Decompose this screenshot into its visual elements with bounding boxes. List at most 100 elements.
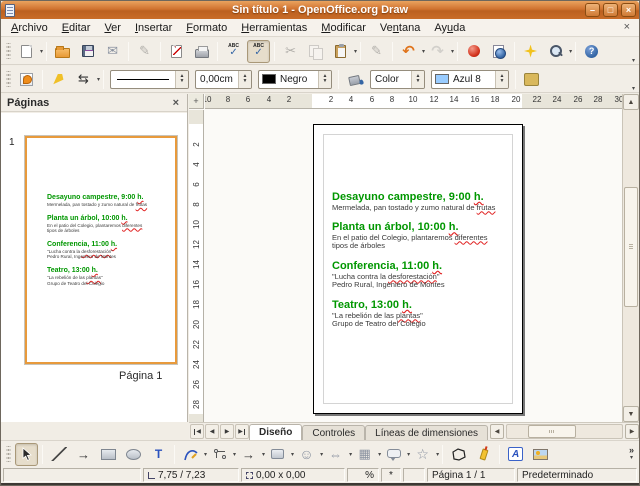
status-zoom-cell[interactable]: % <box>347 468 379 482</box>
styles-formatting-button[interactable] <box>15 68 38 91</box>
zoom-dropdown[interactable]: ▾ <box>569 48 572 55</box>
connector-dropdown[interactable]: ▾ <box>233 451 236 458</box>
block-arrows-dropdown[interactable]: ▾ <box>349 451 352 458</box>
first-page-button[interactable]: ◀ <box>190 424 204 439</box>
fill-type-select[interactable]: Color ▲▼ <box>370 70 425 89</box>
tab-diseno[interactable]: Diseño <box>249 424 302 440</box>
connector-tool-button[interactable] <box>208 443 231 466</box>
redo-button[interactable]: ↷ <box>426 40 449 63</box>
menu-ventana[interactable]: Ventana <box>373 20 427 36</box>
menu-formato[interactable]: Formato <box>179 20 234 36</box>
arrow-style-button[interactable]: ⇆ <box>72 68 95 91</box>
menu-herramientas[interactable]: Herramientas <box>234 20 314 36</box>
lines-arrows-tool-button[interactable]: → <box>237 443 260 466</box>
flowchart-tool-button[interactable]: ▦ <box>353 443 376 466</box>
stars-tool-button[interactable]: ☆ <box>411 443 434 466</box>
redo-dropdown[interactable]: ▾ <box>451 48 454 55</box>
new-document-dropdown[interactable]: ▾ <box>40 48 43 55</box>
toolbar-overflow-button[interactable]: » ▾ <box>629 446 634 462</box>
document-close-icon[interactable]: × <box>621 21 633 33</box>
export-pdf-button[interactable]: PDF <box>165 40 188 63</box>
toolbar-overflow-dropdown[interactable]: ▾ <box>632 57 635 64</box>
toolbar-grip[interactable] <box>6 71 11 87</box>
basic-shapes-dropdown[interactable]: ▾ <box>291 451 294 458</box>
vertical-scrollbar-thumb[interactable] <box>624 187 638 307</box>
scroll-down-button[interactable]: ▼ <box>623 406 639 422</box>
line-dialog-button[interactable] <box>47 68 70 91</box>
shadow-button[interactable] <box>520 68 543 91</box>
edit-file-button[interactable]: ✎ <box>133 40 156 63</box>
last-page-button[interactable]: ▶ <box>235 424 249 439</box>
paste-dropdown[interactable]: ▾ <box>354 48 357 55</box>
paste-button[interactable] <box>329 40 352 63</box>
vertical-scrollbar[interactable]: ▲ ▼ <box>622 94 639 422</box>
scroll-left-button[interactable]: ◀ <box>490 424 504 439</box>
save-button[interactable] <box>76 40 99 63</box>
callouts-dropdown[interactable]: ▾ <box>407 451 410 458</box>
print-button[interactable] <box>190 40 213 63</box>
area-dialog-button[interactable] <box>343 68 366 91</box>
rectangle-tool-button[interactable] <box>97 443 120 466</box>
minimize-button[interactable]: – <box>585 3 600 17</box>
close-button[interactable]: × <box>621 3 636 17</box>
hyperlink-button[interactable] <box>462 40 485 63</box>
flowchart-dropdown[interactable]: ▾ <box>378 451 381 458</box>
tab-controles[interactable]: Controles <box>302 425 365 440</box>
text-tool-button[interactable]: T <box>147 443 170 466</box>
line-color-spinner[interactable]: ▲▼ <box>318 71 331 88</box>
cut-button[interactable]: ✂ <box>279 40 302 63</box>
line-width-spinner[interactable]: ▲▼ <box>238 71 251 88</box>
stars-dropdown[interactable]: ▾ <box>436 451 439 458</box>
block-arrows-tool-button[interactable]: ⇔ <box>324 443 347 466</box>
previous-page-button[interactable]: ◀ <box>205 424 219 439</box>
auto-spellcheck-button[interactable]: ABC✓ <box>247 40 270 63</box>
arrow-style-dropdown[interactable]: ▾ <box>97 76 100 83</box>
tab-lineas-de-dimensiones[interactable]: Líneas de dimensiones <box>365 425 488 440</box>
curve-dropdown[interactable]: ▾ <box>204 451 207 458</box>
horizontal-ruler[interactable]: 10 8 6 4 2 2 4 6 8 10 12 14 16 18 20 22 … <box>205 94 622 109</box>
line-color-select[interactable]: Negro ▲▼ <box>258 70 332 89</box>
toolbar-overflow-dropdown[interactable]: ▾ <box>632 85 635 92</box>
menu-ver[interactable]: Ver <box>97 20 128 36</box>
line-tool-button[interactable] <box>47 443 70 466</box>
vertical-ruler[interactable]: 2 4 6 8 10 12 14 16 18 20 22 24 26 28 <box>189 110 204 422</box>
status-page-cell[interactable]: Página 1 / 1 <box>427 468 515 482</box>
status-position-cell[interactable]: 7,75 / 7,23 <box>143 468 239 482</box>
menu-modificar[interactable]: Modificar <box>314 20 373 36</box>
symbol-shapes-dropdown[interactable]: ▾ <box>320 451 323 458</box>
ellipse-tool-button[interactable] <box>122 443 145 466</box>
line-style-spinner[interactable]: ▲▼ <box>175 71 188 88</box>
fill-color-select[interactable]: Azul 8 ▲▼ <box>431 70 509 89</box>
menu-archivo[interactable]: Archivo <box>4 20 55 36</box>
email-button[interactable]: ✉ <box>101 40 124 63</box>
format-paintbrush-button[interactable]: ✎ <box>365 40 388 63</box>
line-width-input[interactable]: 0,00cm ▲▼ <box>195 70 252 89</box>
navigator-button[interactable] <box>519 40 542 63</box>
curve-tool-button[interactable] <box>179 443 202 466</box>
horizontal-scrollbar[interactable]: ◀ ▶ <box>488 424 639 439</box>
toolbar-grip[interactable] <box>6 446 11 462</box>
canvas-viewport[interactable]: Desayuno campestre, 9:00 h. Mermelada, p… <box>205 110 622 422</box>
scroll-right-button[interactable]: ▶ <box>625 424 639 439</box>
horizontal-scrollbar-track[interactable] <box>506 424 623 439</box>
insert-picture-button[interactable] <box>529 443 552 466</box>
fill-color-spinner[interactable]: ▲▼ <box>495 71 508 88</box>
glue-points-button[interactable] <box>472 443 495 466</box>
menu-insertar[interactable]: Insertar <box>128 20 179 36</box>
callouts-tool-button[interactable] <box>382 443 405 466</box>
document-page[interactable]: Desayuno campestre, 9:00 h. Mermelada, p… <box>313 124 523 414</box>
basic-shapes-tool-button[interactable] <box>266 443 289 466</box>
toolbar-grip[interactable] <box>6 43 11 59</box>
symbol-shapes-tool-button[interactable]: ☺ <box>295 443 318 466</box>
help-button[interactable]: ? <box>580 40 603 63</box>
arrow-tool-button[interactable]: → <box>72 443 95 466</box>
page-thumbnail[interactable]: Desayuno campestre, 9:00 h. Mermelada, p… <box>25 136 177 364</box>
spellcheck-button[interactable]: ABC✓ <box>222 40 245 63</box>
fill-type-spinner[interactable]: ▲▼ <box>411 71 424 88</box>
next-page-button[interactable]: ▶ <box>220 424 234 439</box>
select-tool-button[interactable] <box>15 443 38 466</box>
menu-ayuda[interactable]: Ayuda <box>427 20 472 36</box>
ruler-origin-button[interactable]: + <box>189 94 204 109</box>
open-button[interactable] <box>51 40 74 63</box>
lines-arrows-dropdown[interactable]: ▾ <box>262 451 265 458</box>
